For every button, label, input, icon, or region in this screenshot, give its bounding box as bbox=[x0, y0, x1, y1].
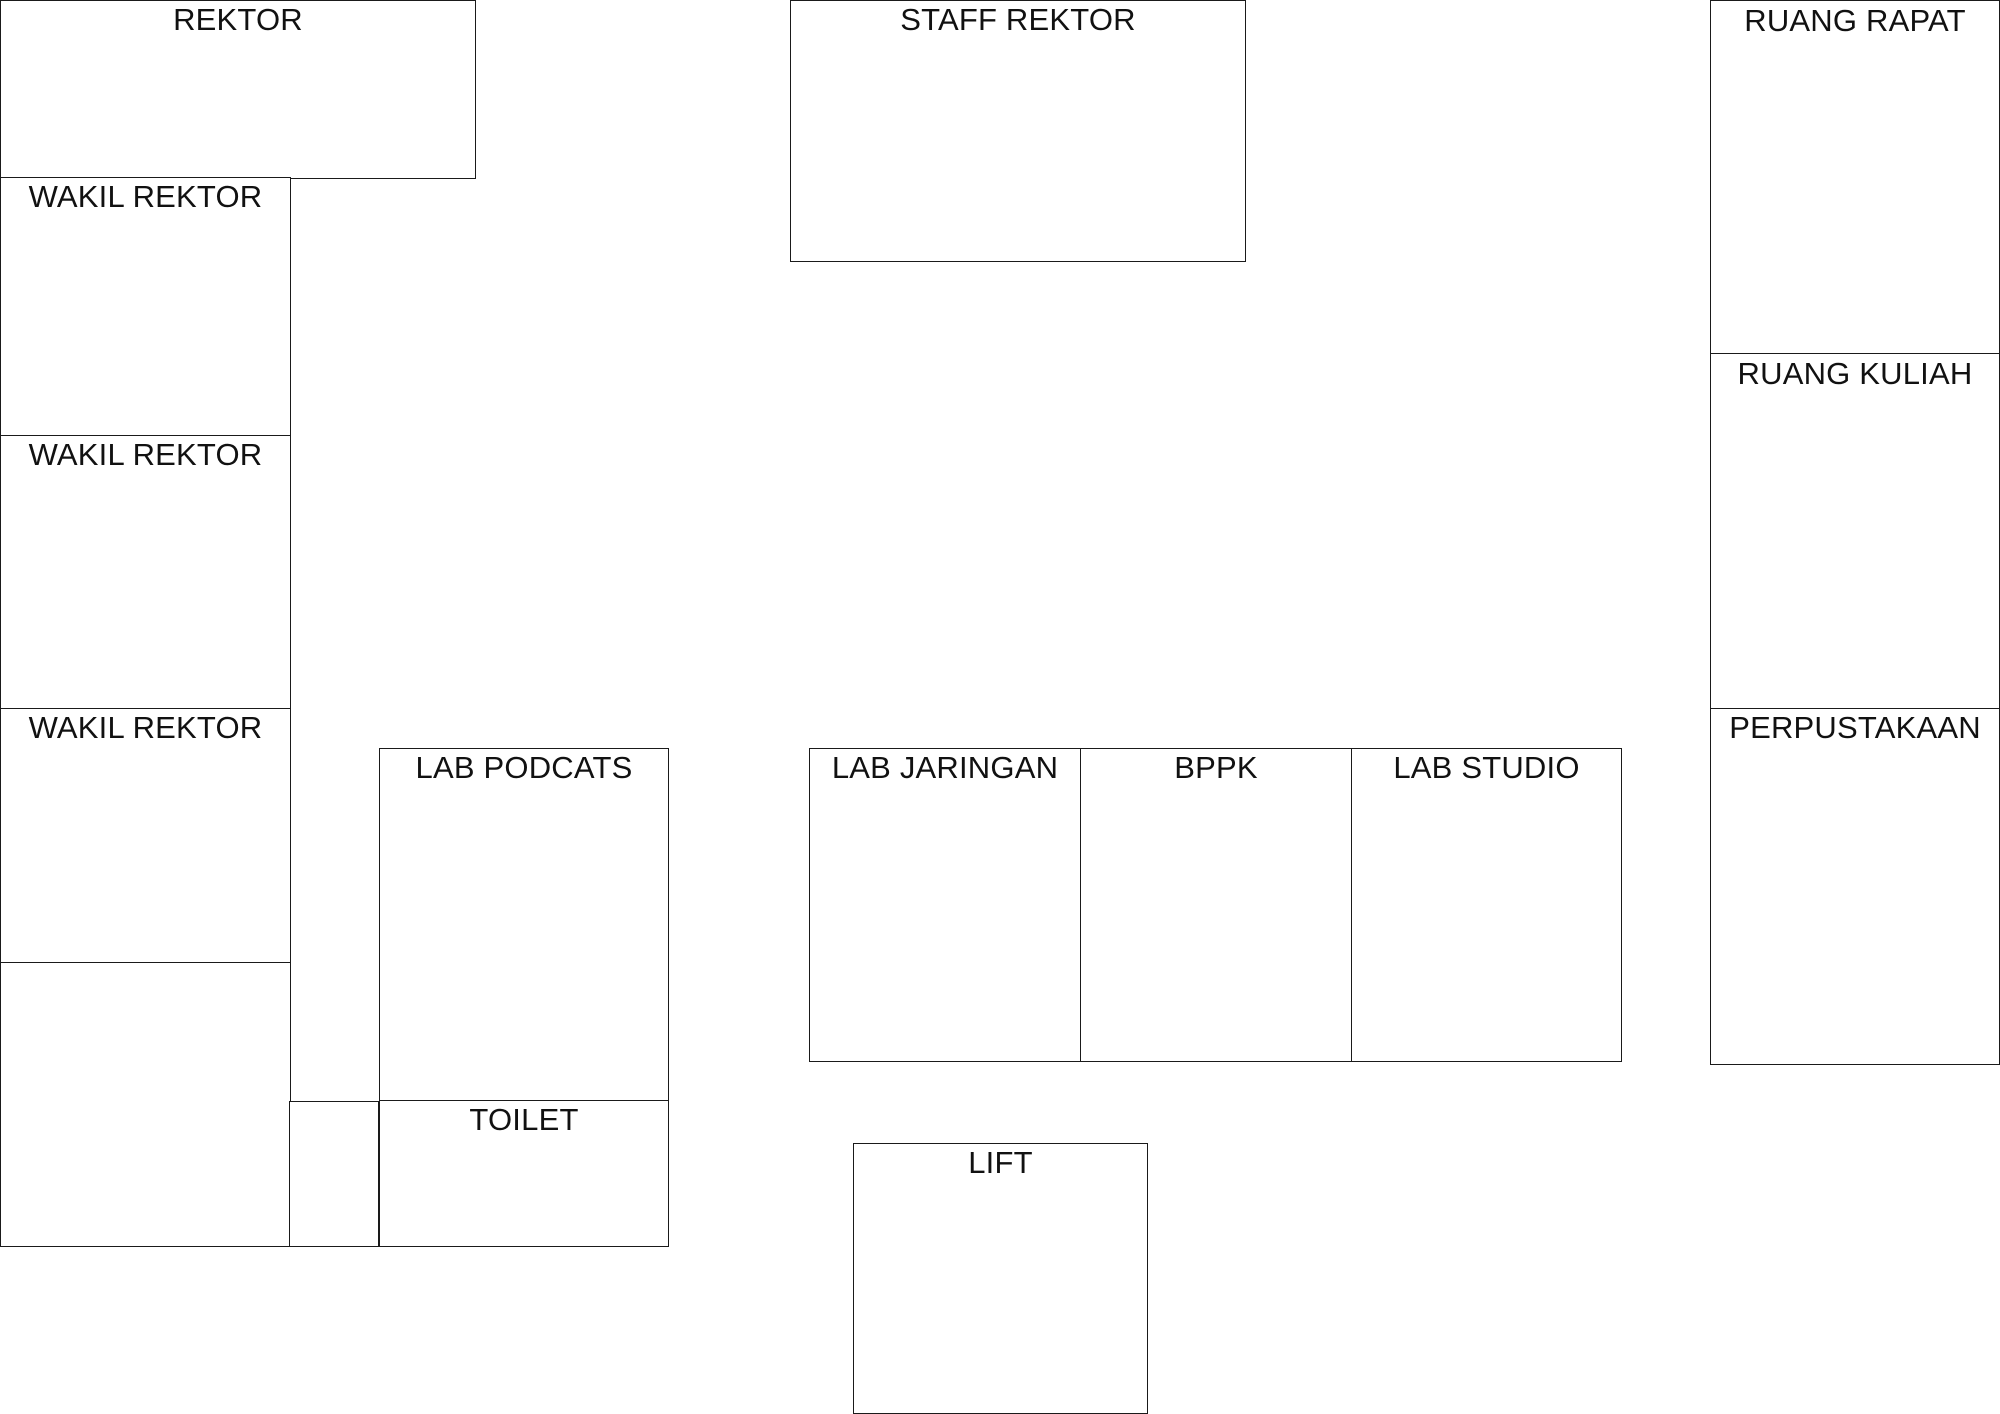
room-rektor: REKTOR bbox=[0, 0, 476, 179]
room-lab-jaringan-label: LAB JARINGAN bbox=[831, 750, 1059, 785]
room-wakil-rektor-3-label: WAKIL REKTOR bbox=[28, 710, 263, 745]
room-wakil-rektor-2: WAKIL REKTOR bbox=[0, 435, 291, 709]
room-wakil-rektor-1: WAKIL REKTOR bbox=[0, 177, 291, 437]
room-unlabeled-left bbox=[0, 962, 291, 1247]
room-lab-studio: LAB STUDIO bbox=[1351, 748, 1622, 1062]
room-bppk: BPPK bbox=[1080, 748, 1352, 1062]
room-perpustakaan-label: PERPUSTAKAAN bbox=[1729, 710, 1981, 745]
room-perpustakaan: PERPUSTAKAAN bbox=[1710, 708, 2000, 1065]
room-ruang-rapat: RUANG RAPAT bbox=[1710, 0, 2000, 355]
room-wakil-rektor-3: WAKIL REKTOR bbox=[0, 708, 291, 964]
room-lift: LIFT bbox=[853, 1143, 1148, 1414]
room-lab-podcats-label: LAB PODCATS bbox=[415, 750, 633, 785]
room-toilet-label: TOILET bbox=[469, 1102, 579, 1137]
room-bppk-label: BPPK bbox=[1174, 750, 1258, 785]
room-lab-studio-label: LAB STUDIO bbox=[1393, 750, 1580, 785]
room-rektor-label: REKTOR bbox=[173, 2, 303, 37]
room-toilet: TOILET bbox=[379, 1100, 669, 1247]
room-staff-rektor-label: STAFF REKTOR bbox=[900, 2, 1136, 37]
room-ruang-kuliah-label: RUANG KULIAH bbox=[1737, 356, 1973, 391]
room-lift-label: LIFT bbox=[968, 1145, 1033, 1180]
room-unlabeled-small bbox=[289, 1101, 379, 1247]
room-wakil-rektor-2-label: WAKIL REKTOR bbox=[28, 437, 263, 472]
room-wakil-rektor-1-label: WAKIL REKTOR bbox=[28, 179, 263, 214]
room-lab-podcats: LAB PODCATS bbox=[379, 748, 669, 1102]
room-ruang-rapat-label: RUANG RAPAT bbox=[1744, 3, 1966, 38]
room-ruang-kuliah: RUANG KULIAH bbox=[1710, 353, 2000, 710]
room-lab-jaringan: LAB JARINGAN bbox=[809, 748, 1081, 1062]
room-staff-rektor: STAFF REKTOR bbox=[790, 0, 1246, 262]
